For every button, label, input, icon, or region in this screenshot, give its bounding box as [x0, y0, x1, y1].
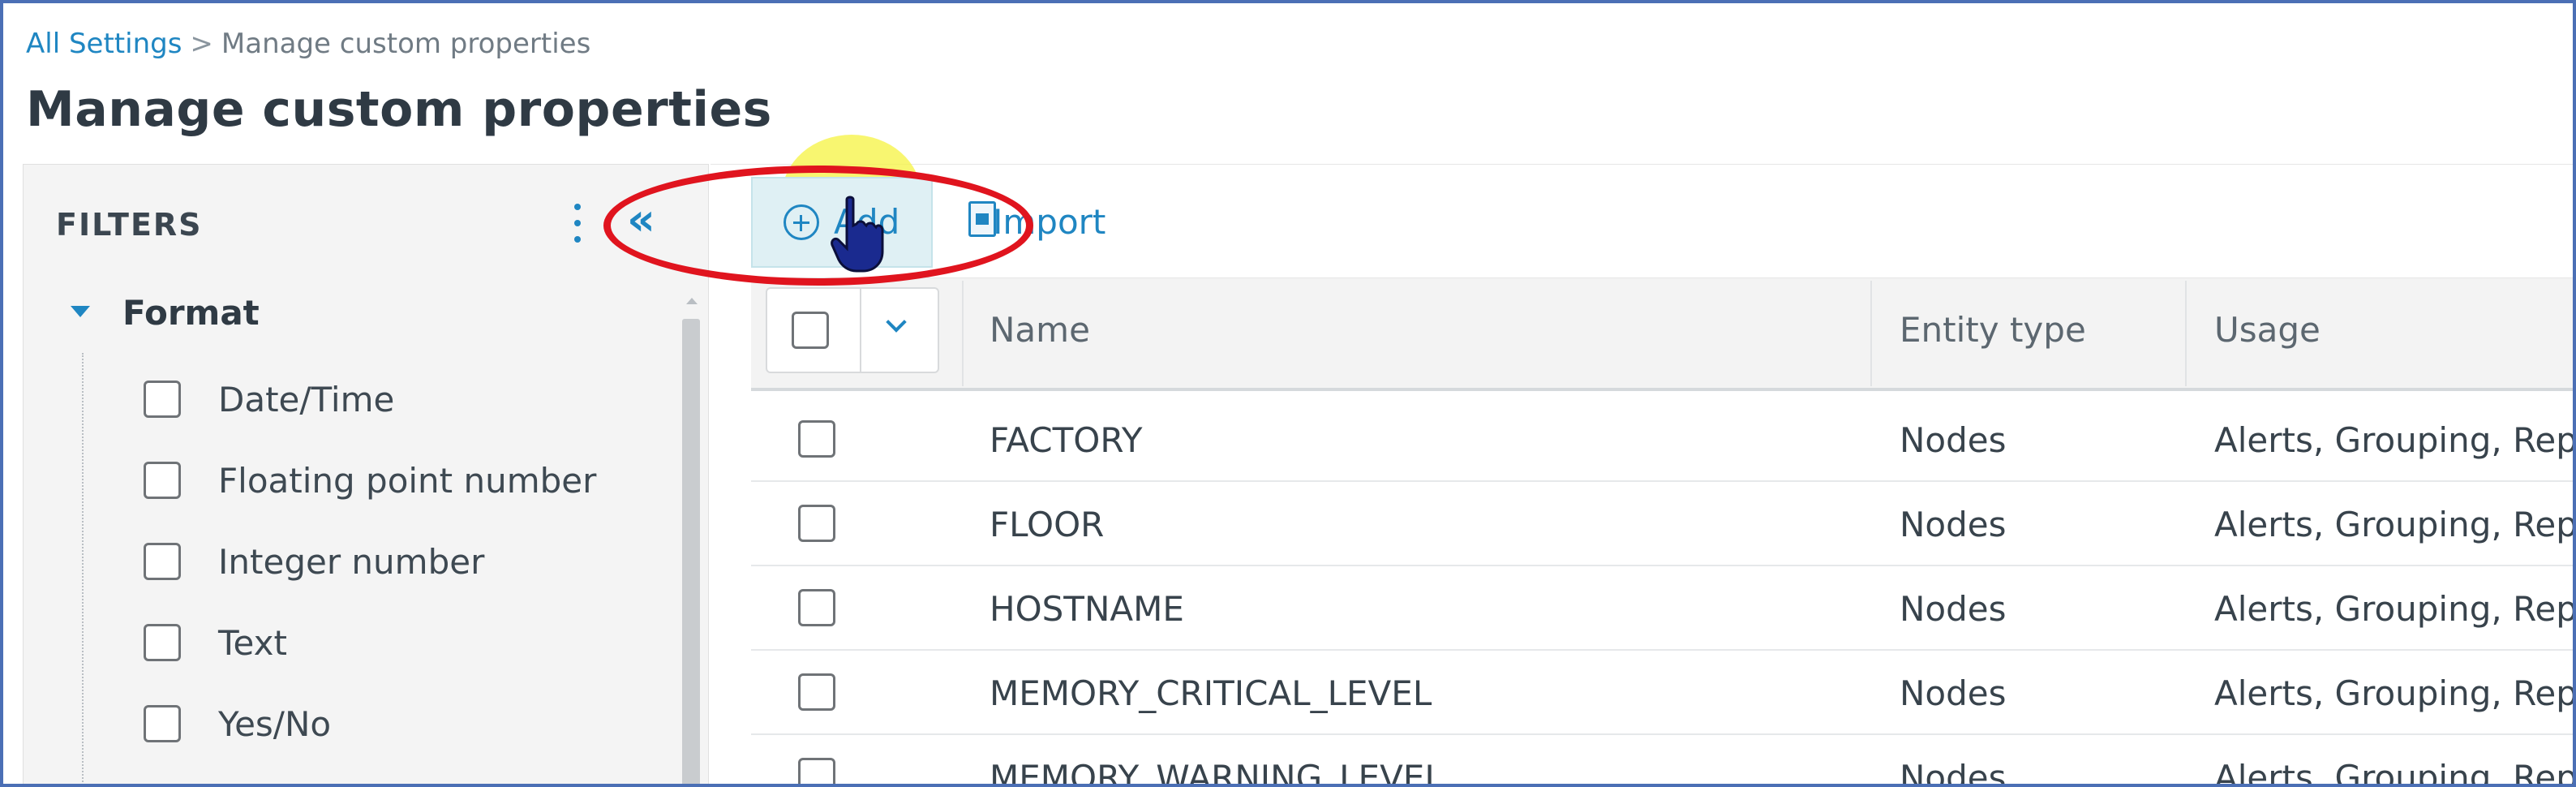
- scroll-up-icon[interactable]: [686, 298, 698, 304]
- cell-entity-type: Nodes: [1900, 673, 2007, 713]
- expand-toggle-icon[interactable]: [62, 293, 101, 332]
- row-checkbox[interactable]: [798, 758, 835, 784]
- cell-entity-type: Nodes: [1900, 420, 2007, 460]
- filter-item-label: Date/Time: [218, 380, 395, 419]
- column-header-entity-type[interactable]: Entity type: [1900, 312, 2086, 349]
- filter-item-label: Yes/No: [218, 704, 332, 744]
- breadcrumb-all-settings[interactable]: All Settings: [26, 28, 182, 60]
- hand-cursor-icon: [831, 196, 884, 273]
- cell-entity-type: Nodes: [1900, 589, 2007, 629]
- column-divider: [2185, 281, 2187, 386]
- breadcrumb-current: Manage custom properties: [221, 28, 591, 60]
- column-header-usage[interactable]: Usage: [2214, 312, 2321, 349]
- column-divider: [962, 281, 964, 386]
- checkbox[interactable]: [144, 381, 181, 418]
- filters-scrollbar[interactable]: [679, 295, 703, 784]
- table-row[interactable]: MEMORY_WARNING_LEVEL Nodes Alerts, Group…: [751, 735, 2576, 787]
- checkbox[interactable]: [144, 462, 181, 499]
- cell-name: FLOOR: [990, 505, 1105, 544]
- row-checkbox[interactable]: [798, 673, 835, 711]
- table-row[interactable]: FLOOR Nodes Alerts, Grouping, Reports: [751, 482, 2576, 566]
- checkbox[interactable]: [144, 543, 181, 580]
- row-checkbox[interactable]: [798, 420, 835, 458]
- filter-item-text[interactable]: Text: [144, 617, 630, 666]
- filter-item-date-time[interactable]: Date/Time: [144, 374, 630, 423]
- table-row[interactable]: FACTORY Nodes Alerts, Grouping, Reports: [751, 398, 2576, 482]
- divider: [860, 289, 861, 372]
- cell-usage: Alerts, Grouping, Reports: [2214, 420, 2576, 460]
- cell-name: MEMORY_WARNING_LEVEL: [990, 758, 1444, 787]
- select-all-checkbox[interactable]: [792, 312, 829, 349]
- filters-panel: FILTERS « Format Date/Time Floating poin…: [23, 164, 709, 784]
- table-row[interactable]: HOSTNAME Nodes Alerts, Grouping, Reports: [751, 566, 2576, 651]
- chevron-down-icon[interactable]: [882, 312, 912, 341]
- row-checkbox[interactable]: [798, 589, 835, 626]
- cell-usage: Alerts, Grouping, Reports: [2214, 673, 2576, 713]
- filter-group-format[interactable]: Format: [122, 295, 260, 332]
- breadcrumb-separator: >: [190, 28, 213, 60]
- filter-item-floating-point[interactable]: Floating point number: [144, 455, 630, 504]
- filter-item-integer[interactable]: Integer number: [144, 536, 630, 585]
- column-header-name[interactable]: Name: [990, 312, 1090, 349]
- table-row[interactable]: MEMORY_CRITICAL_LEVEL Nodes Alerts, Grou…: [751, 651, 2576, 735]
- cell-name: FACTORY: [990, 420, 1143, 460]
- bulk-select-control[interactable]: [766, 287, 939, 373]
- annotation-ellipse: [603, 166, 1033, 286]
- row-checkbox[interactable]: [798, 505, 835, 542]
- app-window: All Settings > Manage custom properties Ma…: [0, 0, 2576, 787]
- cell-usage: Alerts, Grouping, Reports: [2214, 758, 2576, 787]
- filter-item-label: Integer number: [218, 542, 485, 582]
- tree-guide-line: [82, 353, 84, 784]
- checkbox[interactable]: [144, 624, 181, 661]
- filter-item-label: Text: [218, 623, 287, 663]
- cell-entity-type: Nodes: [1900, 505, 2007, 544]
- filters-title: FILTERS: [56, 207, 203, 243]
- page-title: Manage custom properties: [26, 81, 772, 138]
- cell-usage: Alerts, Grouping, Reports: [2214, 589, 2576, 629]
- cell-name: MEMORY_CRITICAL_LEVEL: [990, 673, 1432, 713]
- cell-usage: Alerts, Grouping, Reports: [2214, 505, 2576, 544]
- filter-item-yes-no[interactable]: Yes/No: [144, 699, 630, 747]
- cell-name: HOSTNAME: [990, 589, 1184, 629]
- column-divider: [1870, 281, 1872, 386]
- checkbox[interactable]: [144, 705, 181, 742]
- filter-item-label: Floating point number: [218, 461, 597, 501]
- breadcrumb: All Settings > Manage custom properties: [26, 28, 590, 60]
- cell-entity-type: Nodes: [1900, 758, 2007, 787]
- filters-menu-icon[interactable]: [565, 202, 590, 244]
- scroll-thumb[interactable]: [682, 319, 700, 784]
